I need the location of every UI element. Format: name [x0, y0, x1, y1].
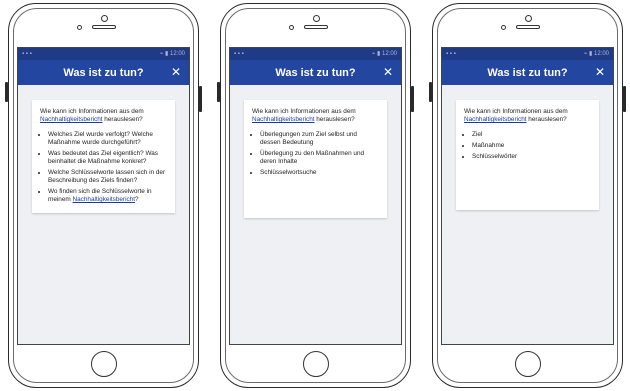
info-card: Wie kann ich Informationen aus dem Nachh…: [456, 100, 599, 210]
power-button: [411, 86, 414, 112]
status-right: ⌁ ▮ 12:00: [371, 51, 397, 57]
intro-text: Wie kann ich Informationen aus dem Nachh…: [40, 108, 167, 124]
info-card: Wie kann ich Informationen aus dem Nachh…: [32, 100, 175, 213]
list-item: Ziel: [472, 131, 591, 139]
intro-question: Wie kann ich Informationen aus dem: [464, 108, 568, 115]
home-button[interactable]: [514, 351, 541, 377]
phone-screen: ▪ ▪ ▪ ⌁ ▮ 12:00 Was ist zu tun? ✕ Wie ka…: [229, 47, 402, 345]
status-left: ▪ ▪ ▪: [22, 51, 32, 57]
mockup-stage: ▪ ▪ ▪ ⌁ ▮ 12:00 Was ist zu tun? ✕ Wie ka…: [0, 0, 630, 391]
list-item-text: Überlegung zu den Maßnahmen und deren In…: [260, 150, 365, 165]
dialog-header: Was ist zu tun? ✕: [230, 60, 401, 85]
list-item-text: Ziel: [472, 131, 483, 138]
phone-screen: ▪ ▪ ▪ ⌁ ▮ 12:00 Was ist zu tun? ✕ Wie ka…: [17, 47, 190, 345]
earpiece-speaker: [91, 25, 116, 29]
list-item: Wo finden sich die Schlüsselworte in mei…: [48, 188, 167, 204]
info-card: Wie kann ich Informationen aus dem Nachh…: [244, 100, 387, 218]
intro-suffix: herauslesen?: [314, 116, 355, 123]
report-link[interactable]: Nachhaltigkeitsbericht: [464, 116, 527, 123]
intro-suffix: herauslesen?: [102, 116, 143, 123]
list-item-text: Welches Ziel wurde verfolgt? Welche Maßn…: [48, 131, 153, 146]
card-spacer: [252, 180, 379, 212]
report-link[interactable]: Nachhaltigkeitsbericht: [73, 196, 136, 203]
front-camera: [312, 15, 320, 22]
list-item-text: Schlüsselwortsuche: [260, 169, 317, 176]
status-bar: ▪ ▪ ▪ ⌁ ▮ 12:00: [442, 48, 613, 60]
intro-text: Wie kann ich Informationen aus dem Nachh…: [252, 108, 379, 124]
volume-button: [217, 82, 220, 102]
list-item: Welche Schlüsselworte lassen sich in der…: [48, 169, 167, 185]
proximity-sensor: [77, 25, 82, 30]
card-spacer: [464, 164, 591, 204]
power-button: [199, 86, 202, 112]
front-camera: [100, 15, 108, 22]
status-right: ⌁ ▮ 12:00: [583, 51, 609, 57]
status-left: ▪ ▪ ▪: [234, 51, 244, 57]
list-item-text: Schlüsselwörter: [472, 153, 518, 160]
power-button: [623, 86, 626, 112]
list-item: Welches Ziel wurde verfolgt? Welche Maßn…: [48, 131, 167, 147]
list-item-text: Welche Schlüsselworte lassen sich in der…: [48, 169, 166, 184]
intro-suffix: herauslesen?: [526, 116, 567, 123]
phone-screen: ▪ ▪ ▪ ⌁ ▮ 12:00 Was ist zu tun? ✕ Wie ka…: [441, 47, 614, 345]
dialog-title: Was ist zu tun?: [63, 66, 144, 79]
step-list: Überlegungen zum Ziel selbst und dessen …: [252, 131, 379, 177]
close-icon[interactable]: ✕: [383, 65, 393, 79]
dialog-title: Was ist zu tun?: [487, 66, 568, 79]
intro-question: Wie kann ich Informationen aus dem: [40, 108, 144, 115]
proximity-sensor: [501, 25, 506, 30]
volume-button: [429, 82, 432, 102]
list-item-text: Was bedeutet das Ziel eigentlich? Was be…: [48, 150, 158, 165]
status-bar: ▪ ▪ ▪ ⌁ ▮ 12:00: [18, 48, 189, 60]
list-item-text: Überlegungen zum Ziel selbst und dessen …: [260, 131, 357, 146]
intro-text: Wie kann ich Informationen aus dem Nachh…: [464, 108, 591, 124]
front-camera: [524, 15, 532, 22]
volume-button: [5, 82, 8, 102]
intro-question: Wie kann ich Informationen aus dem: [252, 108, 356, 115]
report-link[interactable]: Nachhaltigkeitsbericht: [252, 116, 315, 123]
proximity-sensor: [289, 25, 294, 30]
home-button[interactable]: [90, 351, 117, 377]
status-left: ▪ ▪ ▪: [446, 51, 456, 57]
earpiece-speaker: [303, 25, 328, 29]
phone-mockup-2: ▪ ▪ ▪ ⌁ ▮ 12:00 Was ist zu tun? ✕ Wie ka…: [217, 3, 414, 388]
status-right: ⌁ ▮ 12:00: [159, 51, 185, 57]
phone-mockup-1: ▪ ▪ ▪ ⌁ ▮ 12:00 Was ist zu tun? ✕ Wie ka…: [5, 3, 202, 388]
close-icon[interactable]: ✕: [595, 65, 605, 79]
list-item: Überlegungen zum Ziel selbst und dessen …: [260, 131, 379, 147]
list-item: Überlegung zu den Maßnahmen und deren In…: [260, 150, 379, 166]
dialog-header: Was ist zu tun? ✕: [442, 60, 613, 85]
status-bar: ▪ ▪ ▪ ⌁ ▮ 12:00: [230, 48, 401, 60]
report-link[interactable]: Nachhaltigkeitsbericht: [40, 116, 103, 123]
list-item: Was bedeutet das Ziel eigentlich? Was be…: [48, 150, 167, 166]
earpiece-speaker: [515, 25, 540, 29]
list-item: Schlüsselwörter: [472, 153, 591, 161]
home-button[interactable]: [302, 351, 329, 377]
list-item: Maßnahme: [472, 142, 591, 150]
list-item-text: Maßnahme: [472, 142, 505, 149]
close-icon[interactable]: ✕: [171, 65, 181, 79]
list-item: Schlüsselwortsuche: [260, 169, 379, 177]
list-item-suffix: ?: [135, 196, 139, 203]
keyword-list: Ziel Maßnahme Schlüsselwörter: [464, 131, 591, 161]
dialog-header: Was ist zu tun? ✕: [18, 60, 189, 85]
question-list: Welches Ziel wurde verfolgt? Welche Maßn…: [40, 131, 167, 204]
dialog-title: Was ist zu tun?: [275, 66, 356, 79]
phone-mockup-3: ▪ ▪ ▪ ⌁ ▮ 12:00 Was ist zu tun? ✕ Wie ka…: [429, 3, 626, 388]
